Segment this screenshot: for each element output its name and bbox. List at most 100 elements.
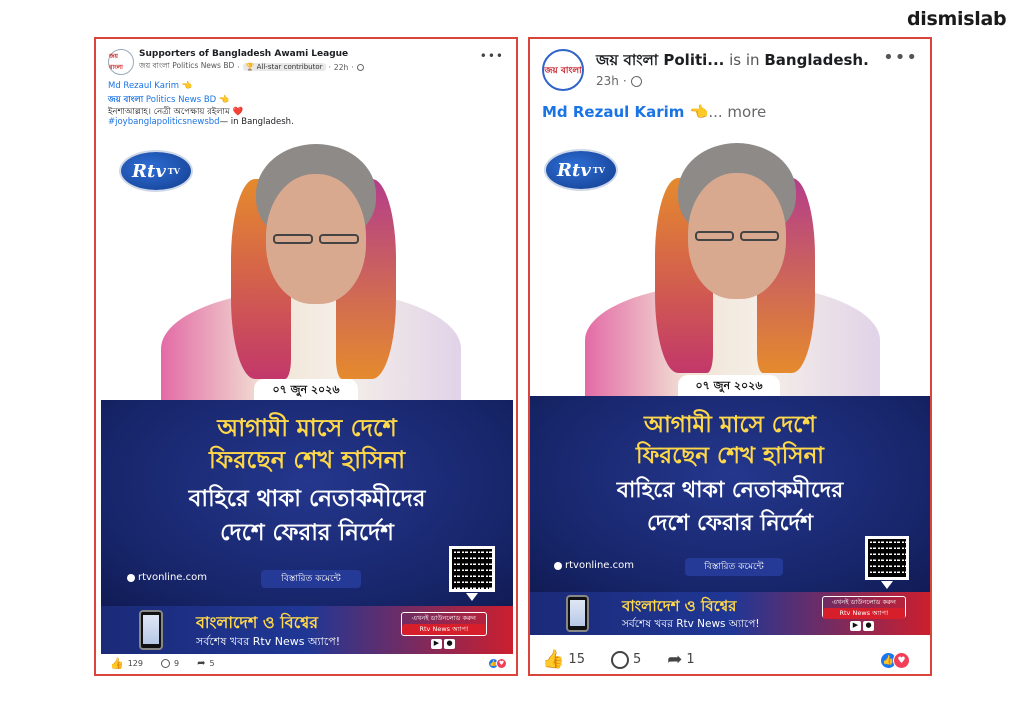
comment-action[interactable]: 5 — [610, 650, 642, 669]
badge-label: All-star contributor — [256, 63, 323, 71]
post-actions: 👍 129 9 ➦ 5 — [110, 657, 215, 670]
qr-pattern — [868, 539, 906, 577]
comment-icon — [610, 650, 629, 669]
play-store-icon: ▶ — [431, 639, 442, 649]
separator-dot: · — [237, 62, 240, 72]
share-action[interactable]: ➦ 1 — [667, 649, 694, 670]
download-text: এখনই ডাউনলোড করুন — [832, 598, 896, 606]
website-text: rtvonline.com — [565, 560, 634, 571]
more-options-icon[interactable]: ••• — [480, 49, 504, 63]
website-label: rtvonline.com — [554, 560, 634, 571]
share-action[interactable]: ➦ 5 — [197, 658, 214, 669]
globe-icon — [630, 75, 642, 87]
phone-icon — [139, 610, 163, 650]
phone-screen — [143, 615, 159, 644]
app-promo-bar: বাংলাদেশ ও বিশ্বের সর্বশেষ খবর Rtv News … — [530, 592, 930, 635]
share-icon: ➦ — [667, 649, 683, 670]
page-name[interactable]: জয় বাংলা Politics News BD — [139, 61, 234, 73]
store-badges: ▶ ● — [431, 639, 455, 649]
contributor-badge: 🏆 All-star contributor — [242, 63, 326, 71]
author-mention[interactable]: Md Rezaul Karim 👈 — [108, 81, 192, 91]
qr-pointer — [881, 581, 893, 589]
headline-banner: আগামী মাসে দেশে ফিরছেন শেখ হাসিনা বাহিরে… — [530, 396, 930, 592]
post-time[interactable]: 22h — [334, 63, 348, 72]
qr-code — [865, 536, 909, 589]
like-action[interactable]: 👍 129 — [110, 657, 143, 670]
qr-pointer — [466, 593, 478, 601]
hashtag-line: #joybanglapoliticsnewsbd— in Bangladesh. — [108, 117, 294, 127]
post-text: Md Rezaul Karim 👈... more — [542, 103, 766, 121]
phone-icon — [566, 595, 589, 632]
glasses-left — [695, 231, 734, 241]
group-avatar[interactable]: জয় বাংলা — [108, 49, 134, 75]
qr-code — [449, 546, 495, 601]
post-header-title: জয় বাংলা Politi... is in Bangladesh. — [596, 49, 869, 74]
headline-banner: আগামী মাসে দেশে ফিরছেন শেখ হাসিনা বাহিরে… — [101, 400, 513, 606]
like-action[interactable]: 👍 15 — [542, 649, 585, 670]
portrait-photo — [585, 138, 880, 398]
comment-tag: বিস্তারিত কমেন্টে — [261, 570, 361, 588]
phone-screen — [570, 600, 585, 626]
location-text[interactable]: Bangladesh. — [764, 51, 868, 69]
web-icon — [127, 573, 135, 582]
love-reaction-icon: ♥ — [893, 652, 910, 669]
left-post-screenshot: জয় বাংলা Supporters of Bangladesh Awami… — [94, 37, 518, 676]
post-actions: 👍 15 5 ➦ 1 — [542, 649, 695, 670]
dismislab-logo: dismislab — [907, 8, 1007, 30]
app-promo-subtitle: সর্বশেষ খবর Rtv News অ্যাপে! — [622, 618, 760, 630]
qr-pattern — [452, 549, 492, 589]
app-promo-subtitle: সর্বশেষ খবর Rtv News অ্যাপে! — [196, 635, 341, 648]
headline-line-2: ফিরছেন শেখ হাসিনা — [208, 446, 406, 474]
right-post-screenshot: জয় বাংলা জয় বাংলা Politi... is in Bang… — [528, 37, 932, 676]
headline-line-2: ফিরছেন শেখ হাসিনা — [636, 443, 824, 469]
glasses-right — [319, 234, 359, 244]
author-mention[interactable]: Md Rezaul Karim 👈 — [542, 103, 708, 121]
comment-tag: বিস্তারিত কমেন্টে — [685, 558, 783, 576]
date-label: ০৭ জুন ২০২৬ — [678, 375, 780, 397]
globe-icon — [356, 63, 364, 71]
comment-icon — [160, 659, 170, 668]
like-icon: 👍 — [542, 649, 565, 670]
page-mention-rest[interactable]: Politics News BD 👈 — [143, 95, 230, 105]
share-count: 1 — [686, 652, 695, 667]
post-image[interactable]: Rtv TV ০৭ জুন ২০২৬ আগামী মাসে দেশে ফিরছেন… — [530, 133, 930, 635]
play-store-icon: ▶ — [850, 621, 861, 631]
like-icon: 👍 — [110, 657, 124, 670]
comment-action[interactable]: 9 — [160, 659, 179, 668]
web-icon — [554, 561, 562, 570]
post-meta: 23h · — [596, 74, 642, 88]
hashtag-link[interactable]: #joybanglapoliticsnewsbd — [108, 117, 220, 127]
post-meta: জয় বাংলা Politics News BD · 🏆 All-star … — [139, 61, 364, 73]
location-prefix: — in — [219, 117, 242, 127]
see-more-link[interactable]: ... more — [708, 103, 766, 121]
more-options-icon[interactable]: ••• — [883, 47, 918, 68]
location-text[interactable]: Bangladesh. — [241, 117, 294, 127]
reaction-icons[interactable]: 👍 ♥ — [488, 658, 507, 669]
post-image[interactable]: Rtv TV ০৭ জুন ২০২৬ আগামী মাসে দেশে ফিরছেন… — [101, 134, 513, 654]
app-promo-bar: বাংলাদেশ ও বিশ্বের সর্বশেষ খবর Rtv News … — [101, 606, 513, 654]
download-text: এখনই ডাউনলোড করুন — [412, 614, 476, 622]
post-time[interactable]: 23h — [596, 74, 619, 88]
separator-dot: · — [622, 74, 627, 88]
page-mention-bn[interactable]: জয় বাংলা — [108, 95, 143, 105]
download-box: এখনই ডাউনলোড করুন Rtv News অ্যাপ! — [401, 612, 487, 636]
love-reaction-icon: ♥ — [496, 658, 507, 669]
share-count: 5 — [209, 659, 215, 668]
share-icon: ➦ — [197, 658, 206, 669]
app-store-icon: ● — [444, 639, 455, 649]
app-store-icon: ● — [863, 621, 874, 631]
reaction-icons[interactable]: 👍 ♥ — [880, 652, 910, 669]
group-name[interactable]: Supporters of Bangladesh Awami League — [139, 49, 348, 59]
page-name[interactable]: জয় বাংলা Politi... — [596, 51, 724, 69]
page-avatar[interactable]: জয় বাংলা — [542, 49, 584, 91]
download-app-name: Rtv News অ্যাপ! — [823, 608, 905, 619]
store-badges: ▶ ● — [850, 621, 874, 631]
comment-count: 5 — [632, 652, 642, 667]
glasses-left — [273, 234, 313, 244]
portrait-photo — [161, 139, 461, 409]
date-label: ০৭ জুন ২০২৬ — [254, 379, 358, 401]
download-app-name: Rtv News অ্যাপ! — [402, 624, 486, 635]
website-text: rtvonline.com — [138, 572, 207, 583]
download-box: এখনই ডাউনলোড করুন Rtv News অ্যাপ! — [822, 596, 906, 619]
headline-line-3: বাহিরে থাকা নেতাকমীদের — [616, 478, 844, 503]
